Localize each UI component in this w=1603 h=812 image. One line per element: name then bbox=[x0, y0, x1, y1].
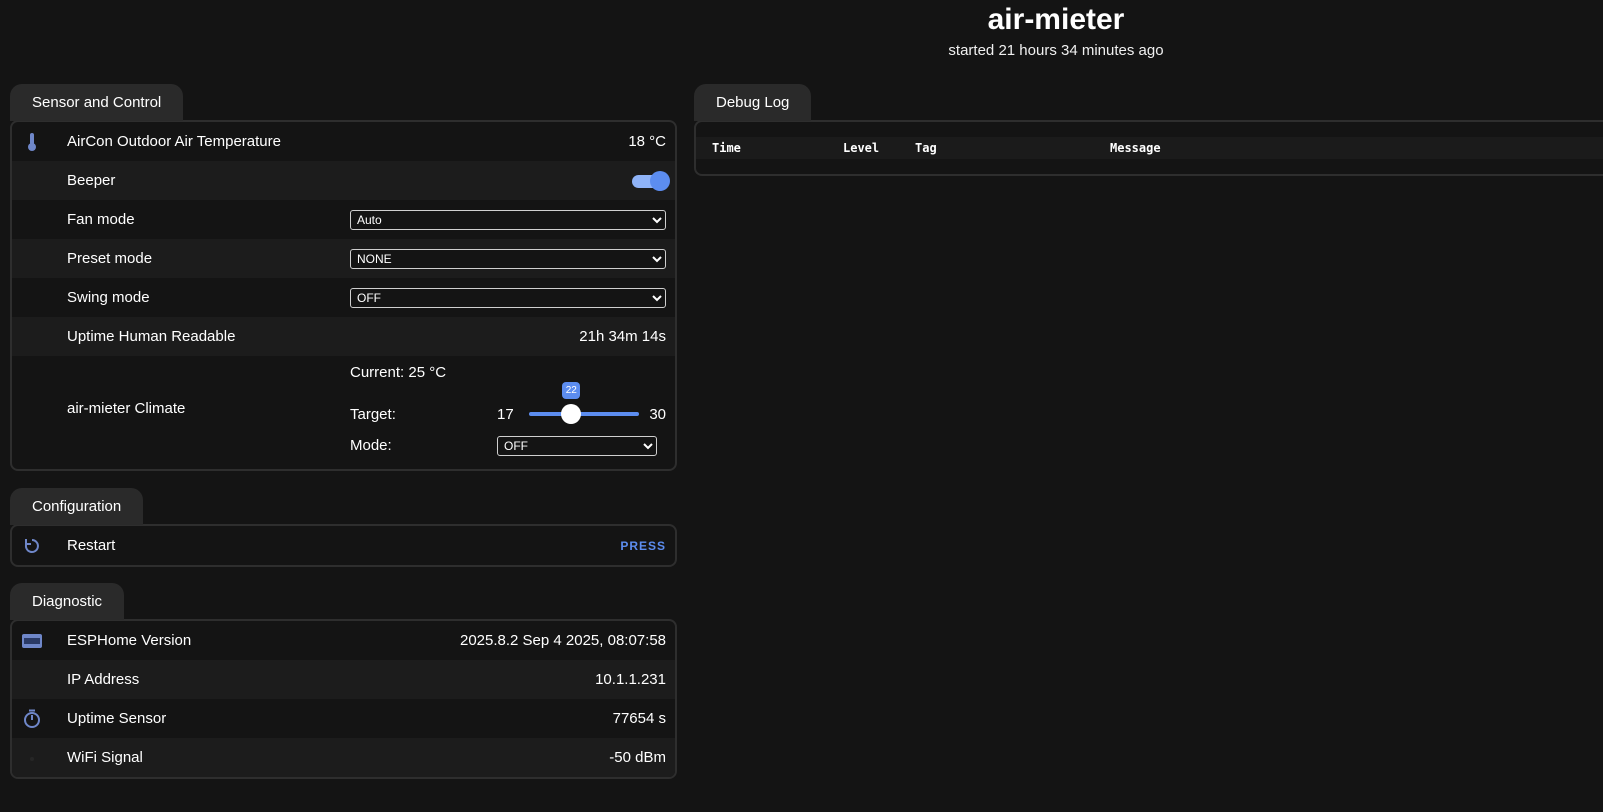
temperature-label: AirCon Outdoor Air Temperature bbox=[67, 133, 281, 150]
log-column-time: Time bbox=[712, 141, 741, 155]
preset-mode-row: Preset mode NONE bbox=[12, 239, 675, 278]
beeper-label: Beeper bbox=[67, 172, 116, 189]
sensor-control-card: AirCon Outdoor Air Temperature 18 °C Bee… bbox=[10, 120, 677, 471]
slider-value-bubble: 22 bbox=[562, 382, 581, 399]
swing-mode-select[interactable]: OFF bbox=[350, 287, 666, 308]
fan-mode-select[interactable]: Auto bbox=[350, 209, 666, 230]
climate-row: air-mieter Climate Current: 25 °C Target… bbox=[12, 356, 675, 469]
debug-log-section: Debug Log Time Level Tag Message bbox=[694, 84, 1603, 176]
log-column-level: Level bbox=[843, 141, 880, 155]
temperature-value: 18 °C bbox=[628, 133, 666, 150]
swing-mode-label: Swing mode bbox=[67, 289, 150, 306]
climate-target-max: 30 bbox=[649, 406, 666, 423]
restart-press-button[interactable]: PRESS bbox=[620, 539, 666, 553]
page-title: air-mieter bbox=[987, 3, 1125, 36]
diagnostic-card: ESPHome Version 2025.8.2 Sep 4 2025, 08:… bbox=[10, 619, 677, 779]
configuration-card: Restart PRESS bbox=[10, 524, 677, 567]
uptime-readable-label: Uptime Human Readable bbox=[67, 328, 236, 345]
new-badge-icon bbox=[12, 621, 52, 660]
fan-mode-row: Fan mode Auto bbox=[12, 200, 675, 239]
wifi-icon bbox=[12, 738, 52, 777]
sensor-control-section: Sensor and Control AirCon Outdoor Air Te… bbox=[10, 84, 677, 471]
debug-log-card: Time Level Tag Message bbox=[694, 120, 1603, 176]
page-header: air-mieter started 21 hours 34 minutes a… bbox=[696, 0, 1416, 59]
climate-target-min: 17 bbox=[497, 406, 514, 423]
wifi-signal-row: WiFi Signal -50 dBm bbox=[12, 738, 675, 777]
log-table-header: Time Level Tag Message bbox=[696, 137, 1603, 159]
esphome-version-row: ESPHome Version 2025.8.2 Sep 4 2025, 08:… bbox=[12, 621, 675, 660]
climate-target-label: Target: bbox=[350, 406, 396, 423]
esphome-version-label: ESPHome Version bbox=[67, 632, 192, 649]
uptime-readable-row: Uptime Human Readable 21h 34m 14s bbox=[12, 317, 675, 356]
tab-configuration[interactable]: Configuration bbox=[10, 488, 144, 525]
toggle-knob bbox=[650, 170, 670, 191]
ip-address-row: IP Address 10.1.1.231 bbox=[12, 660, 675, 699]
climate-mode-select[interactable]: OFF bbox=[497, 436, 657, 456]
log-column-message: Message bbox=[1110, 141, 1161, 155]
slider-thumb[interactable] bbox=[561, 404, 582, 424]
thermometer-icon bbox=[12, 122, 52, 161]
restart-row: Restart PRESS bbox=[12, 526, 675, 565]
uptime-sensor-label: Uptime Sensor bbox=[67, 710, 167, 727]
configuration-section: Configuration Restart PRESS bbox=[10, 488, 677, 567]
climate-label: air-mieter Climate bbox=[67, 400, 186, 417]
temperature-row: AirCon Outdoor Air Temperature 18 °C bbox=[12, 122, 675, 161]
diagnostic-section: Diagnostic ESPHome Version 2025.8.2 Sep … bbox=[10, 583, 677, 779]
swing-mode-row: Swing mode OFF bbox=[12, 278, 675, 317]
preset-mode-select[interactable]: NONE bbox=[350, 248, 666, 269]
wifi-signal-label: WiFi Signal bbox=[67, 749, 143, 766]
ip-address-label: IP Address bbox=[67, 671, 140, 688]
fan-mode-label: Fan mode bbox=[67, 211, 135, 228]
tab-sensor-control[interactable]: Sensor and Control bbox=[10, 84, 184, 121]
uptime-sensor-value: 77654 s bbox=[612, 710, 666, 727]
tab-diagnostic[interactable]: Diagnostic bbox=[10, 583, 125, 620]
beeper-row: Beeper bbox=[12, 161, 675, 200]
climate-current: Current: 25 °C bbox=[350, 364, 447, 381]
restart-icon bbox=[12, 526, 52, 565]
log-column-tag: Tag bbox=[915, 141, 937, 155]
timer-icon bbox=[12, 699, 52, 738]
page-subtitle: started 21 hours 34 minutes ago bbox=[948, 42, 1164, 59]
wifi-signal-value: -50 dBm bbox=[609, 749, 666, 766]
tab-debug-log[interactable]: Debug Log bbox=[694, 84, 812, 121]
climate-target-slider[interactable]: 22 bbox=[529, 382, 639, 424]
climate-mode-label: Mode: bbox=[350, 437, 392, 454]
uptime-sensor-row: Uptime Sensor 77654 s bbox=[12, 699, 675, 738]
uptime-readable-value: 21h 34m 14s bbox=[579, 328, 666, 345]
esphome-version-value: 2025.8.2 Sep 4 2025, 08:07:58 bbox=[459, 632, 666, 649]
restart-label: Restart bbox=[67, 537, 116, 554]
slider-track bbox=[529, 412, 639, 416]
ip-address-value: 10.1.1.231 bbox=[595, 671, 666, 688]
beeper-toggle[interactable] bbox=[632, 170, 670, 191]
preset-mode-label: Preset mode bbox=[67, 250, 153, 267]
